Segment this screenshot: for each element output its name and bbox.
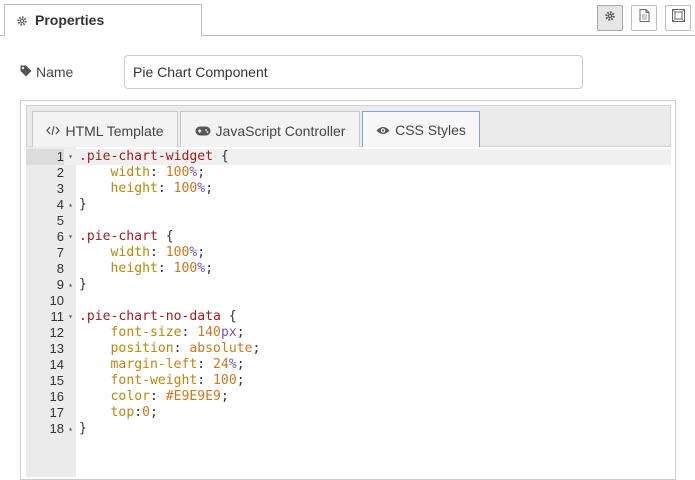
name-input[interactable] (124, 55, 583, 89)
code-line[interactable]: 15 font-weight: 100; (26, 373, 671, 389)
code-line[interactable]: 18 ▴} (26, 421, 671, 437)
gamepad-icon (195, 123, 211, 139)
code-line[interactable]: 3 height: 100%; (26, 181, 671, 197)
tab-css-styles-label: CSS Styles (395, 122, 466, 138)
line-number: 14 (49, 357, 64, 372)
code-icon (46, 123, 61, 139)
code-line[interactable]: 7 width: 100%; (26, 245, 671, 261)
code-text: height: 100%; (110, 261, 214, 276)
tab-javascript-controller[interactable]: JavaScript Controller (180, 111, 360, 149)
fold-toggle-icon[interactable]: ▾ (65, 149, 76, 165)
tab-html-template-label: HTML Template (65, 122, 164, 139)
code-line[interactable]: 17 top:0; (26, 405, 671, 421)
editor-panel: HTML Template JavaScript Controller CSS … (20, 100, 676, 480)
code-text: position: absolute; (110, 341, 261, 356)
line-number: 11 (50, 309, 65, 324)
code-text: font-size: 140px; (110, 325, 245, 340)
settings-icon (604, 9, 616, 27)
line-number: 15 (49, 373, 64, 388)
settings-button[interactable] (597, 5, 623, 31)
tag-icon (20, 64, 32, 80)
code-text: .pie-chart-widget { (79, 149, 229, 164)
editor-tabs: HTML Template JavaScript Controller CSS … (26, 105, 671, 149)
name-label: Name (20, 64, 73, 80)
code-text: .pie-chart-no-data { (79, 309, 237, 324)
tab-html-template[interactable]: HTML Template (32, 111, 178, 149)
fold-end-icon: ▴ (68, 280, 73, 289)
eye-icon (376, 122, 390, 138)
code-line[interactable]: 14 margin-left: 24%; (26, 357, 671, 373)
line-number: 4 (56, 197, 64, 212)
line-number: 6 (56, 229, 64, 244)
gear-icon (16, 14, 28, 30)
code-text: } (79, 197, 87, 212)
fold-end-icon: ▴ (68, 424, 73, 433)
code-line[interactable]: 10 (26, 293, 671, 309)
fold-toggle-icon[interactable]: ▾ (65, 309, 76, 325)
appearance-button[interactable] (665, 5, 691, 31)
code-text: width: 100%; (110, 165, 206, 180)
line-number: 9 (56, 277, 64, 292)
layout-icon (671, 9, 685, 27)
code-line[interactable]: 11 ▾ .pie-chart-no-data { (26, 309, 671, 325)
fold-toggle-icon[interactable]: ▾ (65, 229, 76, 245)
code-text: .pie-chart { (79, 229, 174, 244)
line-number: 13 (49, 341, 64, 356)
line-number: 8 (56, 261, 64, 276)
code-line[interactable]: 1 ▾ .pie-chart-widget { (26, 149, 671, 165)
code-text: height: 100%; (110, 181, 214, 196)
line-number: 12 (49, 325, 64, 340)
code-lines: 1 ▾ .pie-chart-widget {2 width: 100%; 3 hei… (26, 149, 671, 437)
tab-properties-label: Properties (35, 12, 105, 28)
line-number: 17 (49, 405, 64, 420)
code-line[interactable]: 6 ▾ .pie-chart { (26, 229, 671, 245)
code-line[interactable]: 12 font-size: 140px; (26, 325, 671, 341)
code-line[interactable]: 2 width: 100%; (26, 165, 671, 181)
name-label-text: Name (36, 64, 74, 80)
code-line[interactable]: 4 ▴} (26, 197, 671, 213)
fold-end-icon: ▴ (68, 200, 73, 209)
code-line[interactable]: 8 height: 100%; (26, 261, 671, 277)
line-number: 3 (56, 181, 64, 196)
properties-header: Properties (0, 0, 695, 37)
line-number: 16 (49, 389, 64, 404)
code-text: font-weight: 100; (110, 373, 245, 388)
document-icon (639, 9, 650, 27)
tab-properties[interactable]: Properties (4, 4, 202, 37)
code-line[interactable]: 9 ▴} (26, 277, 671, 293)
tab-javascript-controller-label: JavaScript Controller (215, 122, 346, 139)
line-number: 10 (49, 293, 64, 308)
code-editor[interactable]: 1 ▾ .pie-chart-widget {2 width: 100%; 3 hei… (26, 147, 671, 477)
line-number: 18 (49, 421, 64, 436)
line-number: 2 (56, 165, 64, 180)
line-number: 1 (26, 149, 64, 165)
code-text: margin-left: 24%; (110, 357, 245, 372)
line-number: 7 (56, 245, 64, 260)
description-button[interactable] (631, 5, 657, 31)
code-line[interactable]: 16 color: #E9E9E9; (26, 389, 671, 405)
tab-css-styles[interactable]: CSS Styles (362, 111, 480, 149)
code-text: top:0; (110, 405, 158, 420)
code-line[interactable]: 5 (26, 213, 671, 229)
code-line[interactable]: 13 position: absolute; (26, 341, 671, 357)
line-number: 5 (56, 213, 64, 228)
code-text: } (79, 421, 87, 436)
code-text: } (79, 277, 87, 292)
code-text: color: #E9E9E9; (110, 389, 229, 404)
code-text: width: 100%; (110, 245, 206, 260)
